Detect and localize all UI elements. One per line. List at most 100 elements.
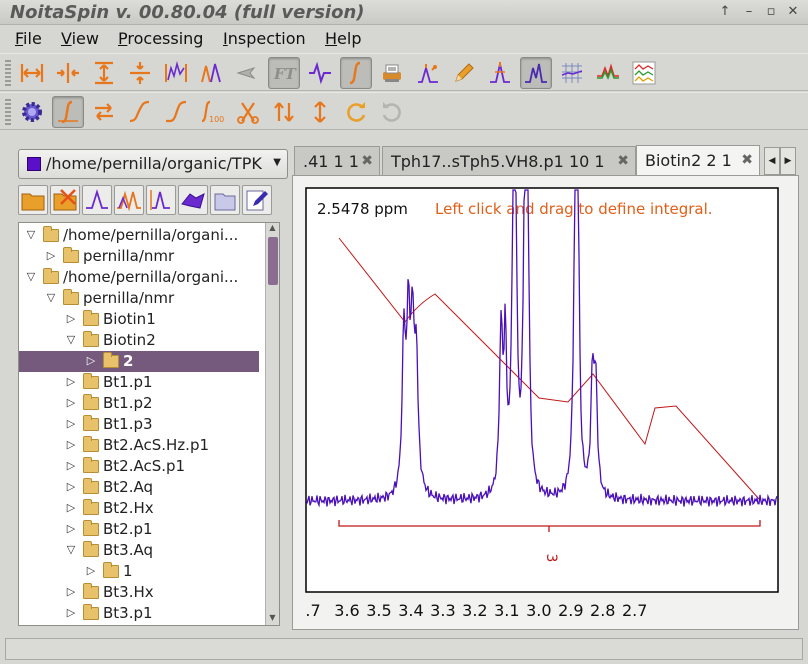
expand-horizontal-button[interactable] <box>16 57 48 89</box>
open-fid-button[interactable] <box>146 185 176 215</box>
open-folder-button[interactable] <box>18 185 48 215</box>
compress-vertical-button[interactable] <box>124 57 156 89</box>
tree-item[interactable]: ▷ Biotin1 <box>19 309 259 330</box>
close-tab-icon[interactable]: ✖ <box>741 152 753 168</box>
tree-item[interactable]: ▷ Bt2.Hx <box>19 498 259 519</box>
collapsed-arrow-icon[interactable]: ▷ <box>65 459 77 472</box>
expand-vertical-button[interactable] <box>88 57 120 89</box>
integral-curve-button[interactable] <box>124 96 156 128</box>
close-tab-icon[interactable]: ✖ <box>617 153 629 169</box>
open-2d-button[interactable] <box>178 185 208 215</box>
tree-item[interactable]: ▷ Bt2.AcS.Hz.p1 <box>19 435 259 456</box>
stacked-view-button[interactable] <box>628 57 660 89</box>
collapsed-arrow-icon[interactable]: ▷ <box>45 249 57 262</box>
tree-item[interactable]: ▷ Bt3.p1 <box>19 603 259 624</box>
collapsed-arrow-icon[interactable]: ▷ <box>65 396 77 409</box>
annotate-button[interactable] <box>448 57 480 89</box>
spectrum-plot[interactable]: 2.5478 ppm Left click and drag to define… <box>293 176 798 629</box>
chevron-down-icon[interactable]: ▼ <box>273 157 281 168</box>
tab-scroll-left-icon[interactable]: ◀ <box>764 147 780 175</box>
zoom-spectrum-button[interactable] <box>160 57 192 89</box>
delete-integral-button[interactable] <box>232 96 264 128</box>
tree-item[interactable]: ▽ Bt3.Aq <box>19 540 259 561</box>
tree-item[interactable]: ▽ pernilla/nmr <box>19 288 259 309</box>
menu-view[interactable]: View <box>61 29 99 48</box>
tree-item[interactable]: ▷ Bt1.p3 <box>19 414 259 435</box>
tree-item[interactable]: ▷ 2 <box>19 351 259 372</box>
tab-spectrum-3[interactable]: Biotin2 2 1 ✖ <box>636 145 760 177</box>
toolbar-grip[interactable] <box>5 99 11 125</box>
tree-item[interactable]: ▷ 1 <box>19 561 259 582</box>
tab-spectrum-2[interactable]: Tph17..sTph5.VH8.p1 10 1 ✖ <box>382 146 636 176</box>
path-combobox[interactable]: /home/pernilla/organic/TPK ▼ <box>18 149 288 179</box>
spectrum-view-button[interactable] <box>520 57 552 89</box>
collapsed-arrow-icon[interactable]: ▷ <box>65 417 77 430</box>
close-folder-button[interactable] <box>50 185 80 215</box>
tree-item[interactable]: ▽ /home/pernilla/organi... <box>19 267 259 288</box>
file-tree[interactable]: ▲ ▼ ▽ /home/pernilla/organi... ▷ pernilla/n… <box>18 222 280 626</box>
tree-item[interactable]: ▷ Bt1.p1 <box>19 372 259 393</box>
settings-button[interactable] <box>16 96 48 128</box>
tree-item[interactable]: ▷ Bt1.p2 <box>19 393 259 414</box>
plot-area[interactable] <box>305 187 779 593</box>
menu-processing[interactable]: Processing <box>118 29 203 48</box>
tree-item[interactable]: ▷ Bt2.AcS.p1 <box>19 456 259 477</box>
tree-item[interactable]: ▽ /home/pernilla/organi... <box>19 225 259 246</box>
maximize-button[interactable]: ▫ <box>762 3 780 21</box>
open-spectrum-button[interactable] <box>82 185 112 215</box>
expanded-arrow-icon[interactable]: ▽ <box>65 333 77 346</box>
integral-slope-button[interactable] <box>160 96 192 128</box>
scroll-up-icon[interactable]: ▲ <box>266 223 279 235</box>
redo-button[interactable] <box>340 96 372 128</box>
swap-button[interactable] <box>88 96 120 128</box>
collapsed-arrow-icon[interactable]: ▷ <box>65 585 77 598</box>
print-button[interactable] <box>376 57 408 89</box>
tree-item[interactable]: ▷ Bt2.Aq <box>19 477 259 498</box>
scrollbar-thumb[interactable] <box>268 237 278 285</box>
scroll-down-icon[interactable]: ▼ <box>266 613 279 625</box>
integrate-region-button[interactable] <box>52 96 84 128</box>
vertical-scale-button[interactable] <box>304 96 336 128</box>
sort-button[interactable] <box>268 96 300 128</box>
collapsed-arrow-icon[interactable]: ▷ <box>85 354 97 367</box>
minimize-button[interactable]: – <box>740 3 758 21</box>
collapsed-arrow-icon[interactable]: ▷ <box>65 501 77 514</box>
tree-item[interactable]: ▷ pernilla/nmr <box>19 246 259 267</box>
expanded-arrow-icon[interactable]: ▽ <box>25 228 37 241</box>
single-peak-button[interactable] <box>484 57 516 89</box>
open-multi-spectrum-button[interactable] <box>114 185 144 215</box>
expanded-arrow-icon[interactable]: ▽ <box>25 270 37 283</box>
phase-button[interactable] <box>232 57 264 89</box>
undo-button[interactable] <box>376 96 408 128</box>
menu-file[interactable]: File <box>15 29 42 48</box>
toolbar-grip[interactable] <box>5 60 11 86</box>
collapsed-arrow-icon[interactable]: ▷ <box>65 438 77 451</box>
overlay-button[interactable] <box>592 57 624 89</box>
expanded-arrow-icon[interactable]: ▽ <box>45 291 57 304</box>
peak-pick-button[interactable] <box>412 57 444 89</box>
baseline-button[interactable] <box>304 57 336 89</box>
grid-view-button[interactable] <box>556 57 588 89</box>
expanded-arrow-icon[interactable]: ▽ <box>65 543 77 556</box>
close-button[interactable]: ✕ <box>784 3 802 21</box>
tree-item[interactable]: ▷ Bt3.Hx <box>19 582 259 603</box>
tab-spectrum-1[interactable]: .41 1 1 ✖ <box>294 146 380 176</box>
compress-horizontal-button[interactable] <box>52 57 84 89</box>
collapsed-arrow-icon[interactable]: ▷ <box>65 480 77 493</box>
collapsed-arrow-icon[interactable]: ▷ <box>65 606 77 619</box>
minimize-icon[interactable]: ↑ <box>716 3 734 21</box>
tree-item[interactable]: ▷ Bt2.p1 <box>19 519 259 540</box>
collapsed-arrow-icon[interactable]: ▷ <box>85 564 97 577</box>
edit-file-button[interactable] <box>242 185 272 215</box>
integral-100-button[interactable]: 100 <box>196 96 228 128</box>
collapsed-arrow-icon[interactable]: ▷ <box>65 522 77 535</box>
full-spectrum-button[interactable] <box>196 57 228 89</box>
open-file-button[interactable] <box>210 185 240 215</box>
fourier-transform-button[interactable]: FT <box>268 57 300 89</box>
integral-button[interactable] <box>340 57 372 89</box>
collapsed-arrow-icon[interactable]: ▷ <box>65 375 77 388</box>
menu-inspection[interactable]: Inspection <box>223 29 306 48</box>
menu-help[interactable]: Help <box>325 29 361 48</box>
tab-scroll-right-icon[interactable]: ▶ <box>780 147 796 175</box>
close-tab-icon[interactable]: ✖ <box>361 153 373 169</box>
